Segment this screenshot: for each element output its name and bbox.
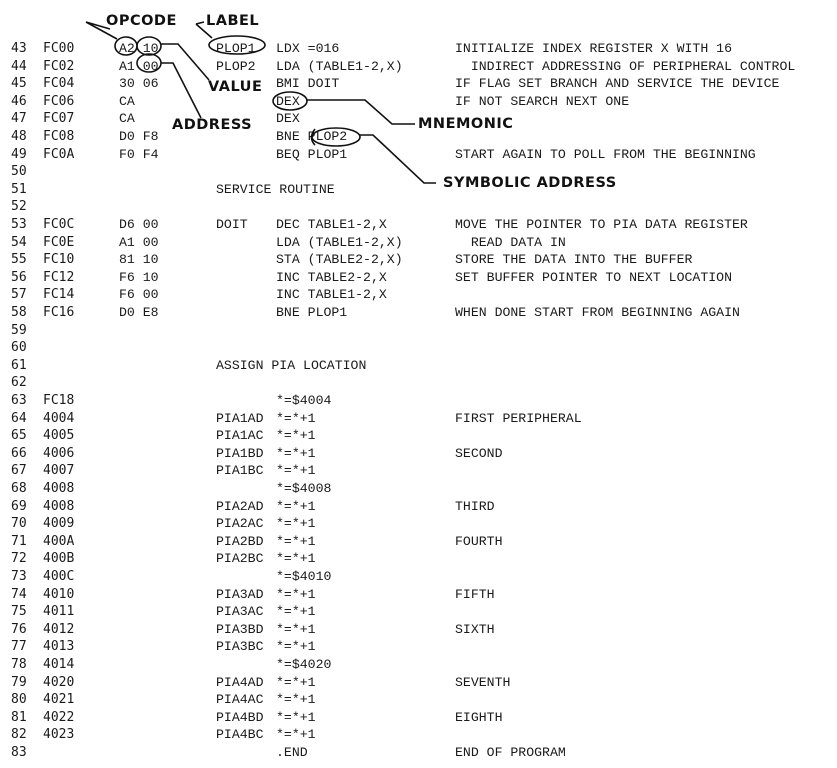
mnemonic-annotation: MNEMONIC bbox=[418, 116, 514, 132]
value-circle bbox=[136, 36, 162, 56]
value-leader-line bbox=[161, 43, 210, 81]
mnemonic-leader-line bbox=[307, 99, 415, 125]
label-circle bbox=[208, 35, 266, 55]
address-annotation: ADDRESS bbox=[172, 117, 253, 133]
symbolic-address-annotation: SYMBOLIC ADDRESS bbox=[443, 175, 617, 191]
address-leader-line bbox=[161, 62, 202, 119]
opcode-circle bbox=[114, 36, 138, 56]
symbolic-address-circle bbox=[311, 127, 361, 147]
symbolic-leader-line bbox=[360, 134, 436, 184]
opcode-annotation: OPCODE bbox=[106, 13, 177, 29]
label-annotation: LABEL bbox=[206, 13, 260, 29]
mnemonic-circle bbox=[272, 91, 308, 111]
value-annotation: VALUE bbox=[208, 79, 263, 95]
address-circle bbox=[136, 53, 162, 73]
